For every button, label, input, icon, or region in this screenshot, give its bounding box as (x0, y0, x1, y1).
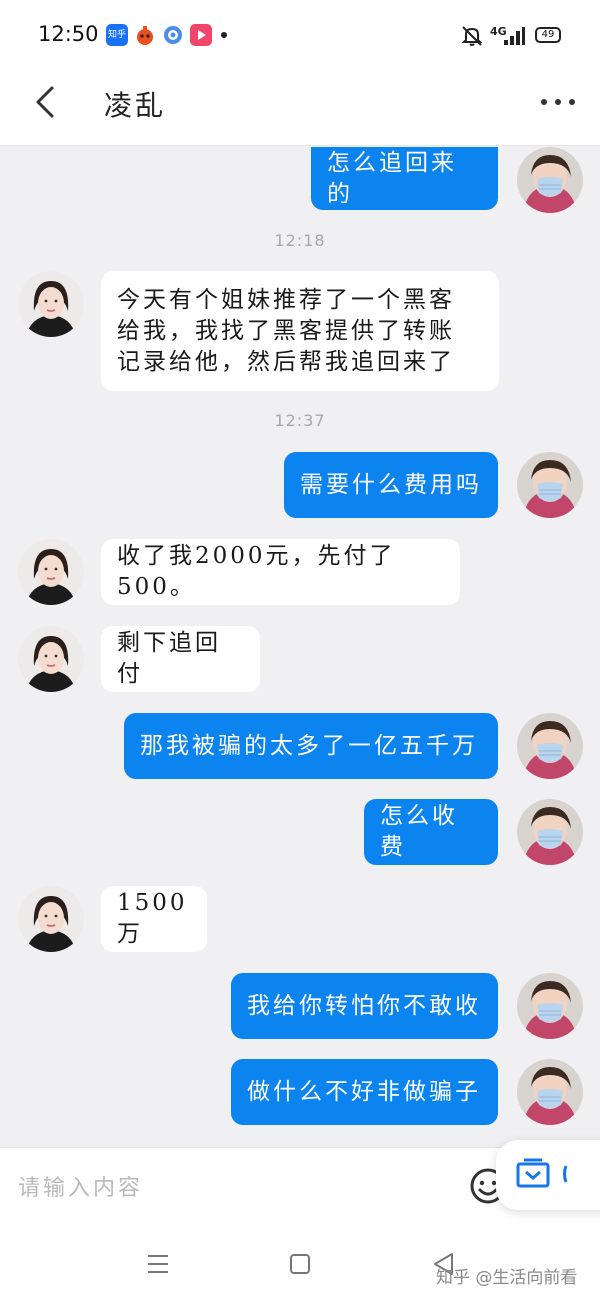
game-app-icon (134, 24, 156, 46)
zhihu-app-icon: 知乎 (106, 24, 128, 46)
contact-avatar[interactable] (18, 271, 84, 337)
mute-icon (460, 24, 484, 48)
home-button[interactable] (286, 1251, 314, 1277)
masked-face-avatar-icon (517, 973, 583, 1039)
more-icon (541, 99, 575, 105)
battery-icon: 49 (535, 27, 561, 43)
message-bubble-outgoing[interactable]: 那我被骗的太多了一亿五千万 (124, 713, 498, 779)
message-bubble-incoming[interactable]: 今天有个姐妹推荐了一个黑客 给我，我找了黑客提供了转账 记录给他，然后帮我追回来… (101, 271, 499, 391)
message-bubble-incoming[interactable]: 1500万 (101, 886, 207, 952)
square-icon (290, 1254, 310, 1274)
more-options-button[interactable] (536, 88, 580, 116)
my-avatar[interactable] (517, 147, 583, 213)
message-bubble-outgoing[interactable]: 需要什么费用吗 (284, 452, 498, 518)
partial-icon (563, 1165, 568, 1183)
back-button[interactable] (24, 80, 68, 124)
my-avatar[interactable] (517, 452, 583, 518)
menu-lines-icon (148, 1255, 168, 1273)
watermark: 知乎 @生活向前看 (436, 1268, 578, 1288)
masked-face-avatar-icon (517, 452, 583, 518)
woman-portrait-avatar-icon (18, 539, 84, 605)
message-bubble-outgoing[interactable]: 做什么不好非做骗子 (231, 1059, 498, 1125)
masked-face-avatar-icon (517, 1059, 583, 1125)
contact-avatar[interactable] (18, 886, 84, 952)
contact-avatar[interactable] (18, 626, 84, 692)
masked-face-avatar-icon (517, 799, 583, 865)
my-avatar[interactable] (517, 713, 583, 779)
chat-title: 凌乱 (104, 89, 167, 122)
timestamp: 12:18 (274, 231, 326, 250)
recents-button[interactable] (144, 1251, 172, 1277)
woman-portrait-avatar-icon (18, 271, 84, 337)
browser-app-icon (162, 24, 184, 46)
my-avatar[interactable] (517, 973, 583, 1039)
my-avatar[interactable] (517, 1059, 583, 1125)
chat-messages: 怎么追回来的 12:18 今天有个姐妹推荐了一个黑客 给我，我找了黑客提供了转账… (0, 147, 600, 1147)
system-nav-bar: 知乎 @生活向前看 (0, 1227, 600, 1300)
message-bubble-incoming[interactable]: 剩下追回付 (101, 626, 260, 692)
status-bar: 12:50 知乎 4G 49 (0, 0, 600, 58)
floating-shortcut-card[interactable] (496, 1140, 600, 1210)
message-bubble-outgoing[interactable]: 怎么收费 (364, 799, 498, 865)
woman-portrait-avatar-icon (18, 626, 84, 692)
chevron-left-icon (36, 86, 54, 118)
network-type: 4G (490, 25, 507, 38)
masked-face-avatar-icon (517, 713, 583, 779)
my-avatar[interactable] (517, 799, 583, 865)
masked-face-avatar-icon (517, 147, 583, 213)
inbox-icon (516, 1158, 550, 1188)
message-bubble-outgoing[interactable]: 我给你转怕你不敢收 (231, 973, 498, 1039)
status-time: 12:50 (38, 22, 99, 46)
chat-header: 凌乱 (0, 58, 600, 146)
contact-avatar[interactable] (18, 539, 84, 605)
notification-dot-icon (221, 32, 227, 38)
message-bubble-outgoing[interactable]: 怎么追回来的 (311, 147, 498, 210)
woman-portrait-avatar-icon (18, 886, 84, 952)
message-bubble-incoming[interactable]: 收了我2000元，先付了500。 (101, 539, 460, 605)
timestamp: 12:37 (274, 411, 326, 430)
message-input[interactable] (18, 1166, 448, 1210)
video-app-icon (190, 24, 212, 46)
